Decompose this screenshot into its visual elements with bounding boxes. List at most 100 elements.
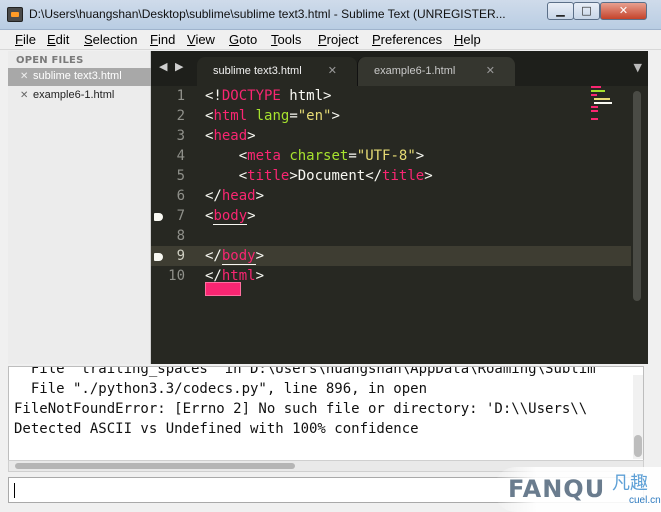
maximize-button[interactable]: □ [573,2,600,20]
code-token: > [247,128,256,144]
sidebar: OPEN FILES ✕ sublime text3.html ✕ exampl… [8,51,151,364]
code-line[interactable]: <html lang="en"> [205,108,340,124]
code-token: html [213,108,248,124]
menu-accelerator: S [84,32,93,47]
menu-label: ile [22,32,36,47]
code-token: DOCTYPE [221,88,281,104]
menu-item-project[interactable]: Project [318,32,358,47]
console-line: Detected ASCII vs Undefined with 100% co… [14,421,419,437]
menu-accelerator: P [372,32,381,47]
line-number: 4 [176,148,185,164]
minimap-line [591,94,597,96]
code-token: lang [255,108,290,124]
menu-item-edit[interactable]: Edit [47,32,69,47]
sidebar-file-example6-1[interactable]: ✕ example6-1.html [8,87,151,105]
code-line[interactable]: <!DOCTYPE html> [205,88,331,104]
code-token: < [238,148,248,164]
menu-item-preferences[interactable]: Preferences [372,32,442,47]
watermark-text: FANQU [508,475,606,503]
code-token: = [289,108,298,124]
line-number: 6 [176,188,185,204]
close-file-icon[interactable]: ✕ [20,90,28,101]
menu-item-tools[interactable]: Tools [271,32,301,47]
menu-accelerator: F [15,32,23,47]
code-line[interactable]: <body> [205,208,256,225]
tab-example6-1[interactable]: example6-1.html ✕ [357,57,515,86]
console-panel[interactable]: File "trailing_spaces" in D:\Users\huang… [8,366,644,464]
code-line[interactable]: </body> [205,248,264,265]
sublime-app-icon[interactable] [7,7,23,22]
code-line[interactable]: <title>Document</title> [205,168,433,184]
tab-dropdown-icon[interactable]: ▼ [634,61,642,74]
code-token: > [424,168,433,184]
code-token: body [221,248,256,265]
bookmark-icon[interactable] [154,213,163,221]
menu-item-view[interactable]: View [187,32,215,47]
menu-label: ools [277,32,302,47]
code-token: title [247,168,290,184]
code-token: "en" [297,108,332,124]
minimap-line [591,110,598,112]
minimap-line [591,106,598,108]
console-vertical-scrollbar[interactable] [633,375,643,459]
menu-accelerator: H [454,32,464,47]
menu-item-goto[interactable]: Goto [229,32,257,47]
code-token: </ [365,168,383,184]
menu-label: roject [326,32,359,47]
code-line[interactable]: <head> [205,128,256,144]
close-file-icon[interactable]: ✕ [20,71,28,82]
tab-sublime-text3[interactable]: sublime text3.html ✕ [197,57,357,86]
code-token: html [280,88,324,104]
console-scroll-thumb[interactable] [634,435,642,457]
watermark-logo: FANQU 凡趣 cuel.cn [494,467,661,512]
menu-item-selection[interactable]: Selection [84,32,137,47]
code-line[interactable]: <meta charset="UTF-8"> [205,148,425,164]
menu-item-find[interactable]: Find [150,32,175,47]
tab-label: example6-1.html [374,65,456,77]
code-line[interactable]: </head> [205,188,264,204]
code-token: </ [205,248,222,264]
menu-accelerator: F [150,32,158,47]
code-token: > [323,88,332,104]
close-button[interactable]: ✕ [600,2,647,20]
title-bar: D:\Users\huangshan\Desktop\sublime\subli… [0,0,661,30]
minimap-line [591,90,605,92]
tab-close-icon[interactable]: ✕ [328,64,337,77]
console-line: File "./python3.3/codecs.py", line 896, … [14,381,428,397]
code-token: > [289,168,298,184]
minimap[interactable] [591,86,621,126]
menu-label: ind [157,32,176,47]
code-token: > [255,188,265,204]
sidebar-file-label: sublime text3.html [33,70,122,82]
code-token: Document [297,168,366,184]
menu-item-file[interactable]: File [15,32,36,47]
line-number: 3 [176,128,185,144]
tab-nav-left-icon[interactable]: ◀ [159,60,167,73]
bookmark-icon[interactable] [154,253,163,261]
menu-label: oto [239,32,258,47]
sidebar-file-label: example6-1.html [33,89,115,101]
code-token: > [415,148,425,164]
editor-pane[interactable]: ◀ ▶ sublime text3.html ✕ example6-1.html… [151,51,648,364]
code-token: head [221,188,256,204]
tab-close-icon[interactable]: ✕ [486,64,495,77]
gutter: 1 2 3 4 5 6 7 8 9 10 [151,86,201,364]
menu-label: references [380,32,443,47]
line-number: 1 [176,88,185,104]
tab-bar: ◀ ▶ sublime text3.html ✕ example6-1.html… [151,51,648,86]
code-token: > [255,268,265,284]
menu-item-help[interactable]: Help [454,32,481,47]
menu-bar: File Edit Selection Find View Goto Tools Projec… [0,30,661,50]
code-token: charset [289,148,349,164]
minimize-button[interactable]: ▁ [547,2,574,20]
tab-nav-right-icon[interactable]: ▶ [175,60,183,73]
window-title: D:\Users\huangshan\Desktop\sublime\subli… [29,7,506,21]
code-token: </ [205,188,222,204]
line-number: 8 [176,228,185,244]
console-hscroll-thumb[interactable] [15,463,295,469]
code-token: = [348,148,357,164]
editor-scrollbar[interactable] [633,91,641,301]
sidebar-file-sublime-text3[interactable]: ✕ sublime text3.html [8,68,151,86]
